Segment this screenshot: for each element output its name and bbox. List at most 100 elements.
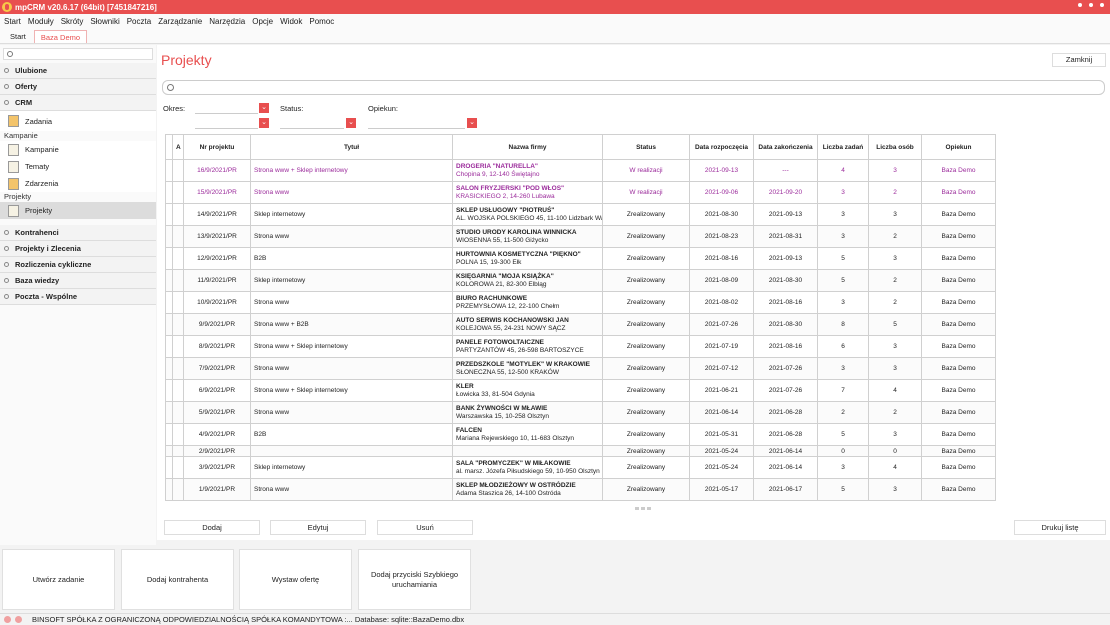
table-row[interactable]: 15/9/2021/PR Strona www SALON FRYZJERSKI "…: [165, 181, 996, 204]
sidebar-group-projekty-zlecenia[interactable]: Projekty i Zlecenia: [0, 241, 156, 257]
data-rozpoczecia-cell: 2021-07-12: [689, 357, 754, 380]
close-button[interactable]: Zamknij: [1052, 53, 1106, 67]
menu-item[interactable]: Zarządzanie: [158, 17, 202, 26]
tytul-cell: Sklep internetowy: [250, 456, 453, 479]
status-led-icon: [15, 616, 22, 623]
liczba-zadan-cell: 2: [817, 401, 869, 424]
create-task-button[interactable]: Utwórz zadanie: [2, 549, 115, 610]
opiekun-select[interactable]: [368, 119, 465, 129]
menu-item[interactable]: Pomoc: [309, 17, 334, 26]
okres-from-dropdown-icon[interactable]: ⌄: [259, 103, 269, 113]
sidebar-item-kampanie[interactable]: Kampanie: [0, 141, 156, 158]
sidebar-group-crm[interactable]: CRM: [0, 95, 156, 111]
table-row[interactable]: 4/9/2021/PR B2B FALCEN Mariana Rejewskiego …: [165, 423, 996, 446]
table-row[interactable]: 12/9/2021/PR B2B HURTOWNIA KOSMETYCZNA "PI…: [165, 247, 996, 270]
liczba-osob-cell: 2: [868, 401, 922, 424]
horizontal-scroll-indicator[interactable]: [635, 507, 651, 510]
menu-item[interactable]: Poczta: [127, 17, 151, 26]
table-row[interactable]: 16/9/2021/PR Strona www + Sklep interneto…: [165, 159, 996, 182]
campaign-icon: [8, 143, 19, 156]
data-zakonczenia-cell: 2021-06-17: [753, 478, 818, 501]
menu-item[interactable]: Opcje: [252, 17, 273, 26]
menu-item[interactable]: Słowniki: [90, 17, 119, 26]
menu-item[interactable]: Widok: [280, 17, 302, 26]
row-select-cell: [165, 291, 173, 314]
col-a[interactable]: A: [172, 134, 184, 160]
company-address: PRZEMYSŁOWA 12, 22-100 Chełm: [456, 302, 560, 310]
issue-offer-button[interactable]: Wystaw ofertę: [239, 549, 352, 610]
liczba-zadan-cell: 5: [817, 423, 869, 446]
opiekun-dropdown-icon[interactable]: ⌄: [467, 118, 477, 128]
status-select[interactable]: [280, 119, 344, 129]
data-rozpoczecia-cell: 2021-05-24: [689, 445, 754, 457]
company-name: SKLEP MŁODZIEŻOWY W OSTRÓDZIE: [456, 481, 576, 489]
status-cell: Zrealizowany: [602, 379, 690, 402]
menu-item[interactable]: Skróty: [61, 17, 84, 26]
table-row[interactable]: 13/9/2021/PR Strona www STUDIO URODY KAROL…: [165, 225, 996, 248]
table-row[interactable]: 7/9/2021/PR Strona www PRZEDSZKOLE "MOTYLE…: [165, 357, 996, 380]
liczba-osob-cell: 2: [868, 269, 922, 292]
menu-item[interactable]: Moduły: [28, 17, 54, 26]
okres-to-field[interactable]: [195, 119, 258, 129]
col-opiekun[interactable]: Opiekun: [921, 134, 996, 160]
table-row[interactable]: 6/9/2021/PR Strona www + Sklep internetow…: [165, 379, 996, 402]
sidebar-item-zadania[interactable]: Zadania: [0, 111, 156, 131]
table-row[interactable]: 3/9/2021/PR Sklep internetowy SALA "PROMYC…: [165, 456, 996, 479]
sidebar-group-oferty[interactable]: Oferty: [0, 79, 156, 95]
tab-start[interactable]: Start: [4, 30, 32, 43]
table-row[interactable]: 14/9/2021/PR Sklep internetowy SKLEP USŁUG…: [165, 203, 996, 226]
table-row[interactable]: 11/9/2021/PR Sklep internetowy KSIĘGARNIA …: [165, 269, 996, 292]
data-zakonczenia-cell: 2021-06-14: [753, 456, 818, 479]
sidebar-item-projekty[interactable]: Projekty: [0, 202, 156, 219]
table-header: A Nr projektu Tytuł Nazwa firmy Status D…: [165, 134, 996, 160]
attachment-cell: [172, 291, 184, 314]
add-contractor-button[interactable]: Dodaj kontrahenta: [121, 549, 234, 610]
window-controls[interactable]: [1078, 3, 1104, 7]
filter-okres-label: Okres:: [163, 104, 186, 113]
opiekun-cell: Baza Demo: [921, 313, 996, 336]
col-status[interactable]: Status: [602, 134, 690, 160]
print-list-button[interactable]: Drukuj listę: [1014, 520, 1106, 535]
nr-projektu-cell: 7/9/2021/PR: [183, 357, 251, 380]
status-dropdown-icon[interactable]: ⌄: [346, 118, 356, 128]
sidebar-item-tematy[interactable]: Tematy: [0, 158, 156, 175]
delete-button[interactable]: Usuń: [377, 520, 473, 535]
table-row[interactable]: 1/9/2021/PR Strona www SKLEP MŁODZIEŻOWY W…: [165, 478, 996, 501]
tab-baza-demo[interactable]: Baza Demo: [33, 30, 88, 43]
menu-item[interactable]: Narzędzia: [209, 17, 245, 26]
col-select[interactable]: [165, 134, 173, 160]
okres-to-dropdown-icon[interactable]: ⌄: [259, 118, 269, 128]
col-nazwa-firmy[interactable]: Nazwa firmy: [452, 134, 603, 160]
attachment-cell: [172, 423, 184, 446]
col-tytul[interactable]: Tytuł: [250, 134, 453, 160]
sidebar-group-baza-wiedzy[interactable]: Baza wiedzy: [0, 273, 156, 289]
add-button[interactable]: Dodaj: [164, 520, 260, 535]
table-row[interactable]: 2/9/2021/PR Zrealizowany 2021-05-24 2021-06…: [165, 445, 996, 457]
add-shortcut-buttons-button[interactable]: Dodaj przyciski Szybkiego uruchamiania: [358, 549, 471, 610]
sidebar-search-input[interactable]: [3, 48, 153, 60]
search-input[interactable]: [162, 80, 1105, 95]
col-data-rozpoczecia[interactable]: Data rozpoczęcia: [689, 134, 754, 160]
sidebar-item-zdarzenia[interactable]: Zdarzenia: [0, 175, 156, 192]
menu-item[interactable]: Start: [4, 17, 21, 26]
edit-button[interactable]: Edytuj: [270, 520, 366, 535]
table-row[interactable]: 5/9/2021/PR Strona www BANK ŻYWNOŚCI W MŁA…: [165, 401, 996, 424]
attachment-cell: [172, 159, 184, 182]
table-row[interactable]: 9/9/2021/PR Strona www + B2B AUTO SERWIS K…: [165, 313, 996, 336]
table-row[interactable]: 8/9/2021/PR Strona www + Sklep internetow…: [165, 335, 996, 358]
attachment-cell: [172, 269, 184, 292]
col-liczba-osob[interactable]: Liczba osób: [868, 134, 922, 160]
status-cell: Zrealizowany: [602, 269, 690, 292]
sidebar-group-rozliczenia[interactable]: Rozliczenia cykliczne: [0, 257, 156, 273]
col-nr-projektu[interactable]: Nr projektu: [183, 134, 251, 160]
okres-from-field[interactable]: [195, 104, 258, 114]
attachment-cell: [172, 379, 184, 402]
firma-cell: [452, 445, 603, 457]
sidebar-group-kontrahenci[interactable]: Kontrahenci: [0, 225, 156, 241]
sidebar-group-ulubione[interactable]: Ulubione: [0, 63, 156, 79]
status-cell: Zrealizowany: [602, 357, 690, 380]
table-row[interactable]: 10/9/2021/PR Strona www BIURO RACHUNKOWE PR…: [165, 291, 996, 314]
sidebar-group-poczta[interactable]: Poczta - Wspólne: [0, 289, 156, 305]
col-data-zakonczenia[interactable]: Data zakończenia: [753, 134, 818, 160]
col-liczba-zadan[interactable]: Liczba zadań: [817, 134, 869, 160]
